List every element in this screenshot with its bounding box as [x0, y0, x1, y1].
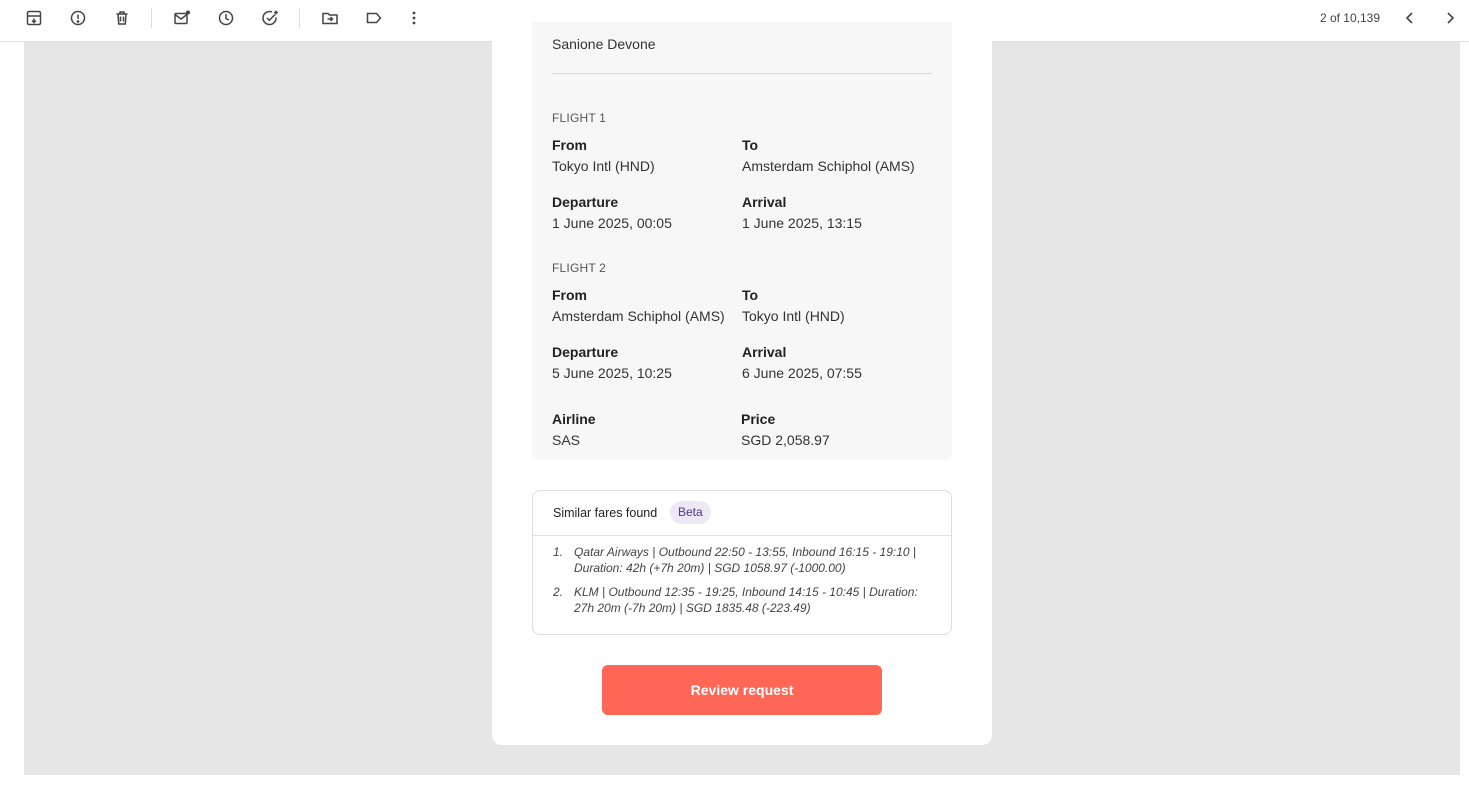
snooze-icon[interactable] [214, 6, 238, 30]
flight-2-departure-label: Departure [552, 344, 619, 360]
flight-2-departure: 5 June 2025, 10:25 [552, 365, 672, 381]
email-card: Sanione Devone FLIGHT 1 From Tokyo Intl … [492, 22, 992, 745]
flight-2-arrival: 6 June 2025, 07:55 [742, 365, 862, 381]
list-item-text: Qatar Airways | Outbound 22:50 - 13:55, … [574, 545, 917, 575]
flight-1-from: Tokyo Intl (HND) [552, 158, 655, 174]
price-value: SGD 2,058.97 [741, 432, 830, 448]
flight-1-title: FLIGHT 1 [552, 111, 607, 125]
more-icon[interactable] [402, 6, 426, 30]
list-item-text: KLM | Outbound 12:35 - 19:25, Inbound 14… [574, 585, 918, 615]
label-icon[interactable] [362, 6, 386, 30]
flight-2-to-label: To [742, 287, 759, 303]
list-item-number: 1. [553, 545, 564, 559]
price-label: Price [741, 411, 776, 427]
list-item-number: 2. [553, 585, 564, 599]
flight-1-arrival-label: Arrival [742, 194, 787, 210]
delete-icon[interactable] [110, 6, 134, 30]
flight-2-from-label: From [552, 287, 587, 303]
airline-value: SAS [552, 432, 581, 448]
review-request-button[interactable]: Review request [602, 665, 882, 715]
flight-2-from: Amsterdam Schiphol (AMS) [552, 308, 725, 324]
chevron-right-icon[interactable] [1438, 6, 1462, 30]
booking-details: Sanione Devone FLIGHT 1 From Tokyo Intl … [532, 22, 952, 460]
flight-1-to-label: To [742, 137, 759, 153]
email-body-background: Sanione Devone FLIGHT 1 From Tokyo Intl … [24, 22, 1460, 775]
flight-1-to: Amsterdam Schiphol (AMS) [742, 158, 915, 174]
chevron-left-icon[interactable] [1398, 6, 1422, 30]
pagination-count: 2 of 10,139 [1319, 11, 1380, 25]
flight-1-departure: 1 June 2025, 00:05 [552, 215, 672, 231]
move-to-icon[interactable] [318, 6, 342, 30]
divider [552, 73, 932, 74]
flight-1-arrival: 1 June 2025, 13:15 [742, 215, 862, 231]
similar-fares-panel: Similar fares found Beta 1. Qatar Airway… [532, 490, 952, 635]
mark-unread-icon[interactable] [170, 6, 194, 30]
passenger-name: Sanione Devone [552, 36, 656, 52]
flight-1-departure-label: Departure [552, 194, 619, 210]
add-task-icon[interactable] [258, 6, 282, 30]
flight-2-to: Tokyo Intl (HND) [742, 308, 845, 324]
flight-2-arrival-label: Arrival [742, 344, 787, 360]
airline-label: Airline [552, 411, 596, 427]
archive-icon[interactable] [22, 6, 46, 30]
beta-badge: Beta [670, 501, 711, 524]
flight-2-title: FLIGHT 2 [552, 261, 607, 275]
flight-1-from-label: From [552, 137, 587, 153]
similar-fares-title: Similar fares found [553, 506, 658, 520]
report-spam-icon[interactable] [66, 6, 90, 30]
similar-fares-header: Similar fares found Beta [533, 491, 951, 536]
